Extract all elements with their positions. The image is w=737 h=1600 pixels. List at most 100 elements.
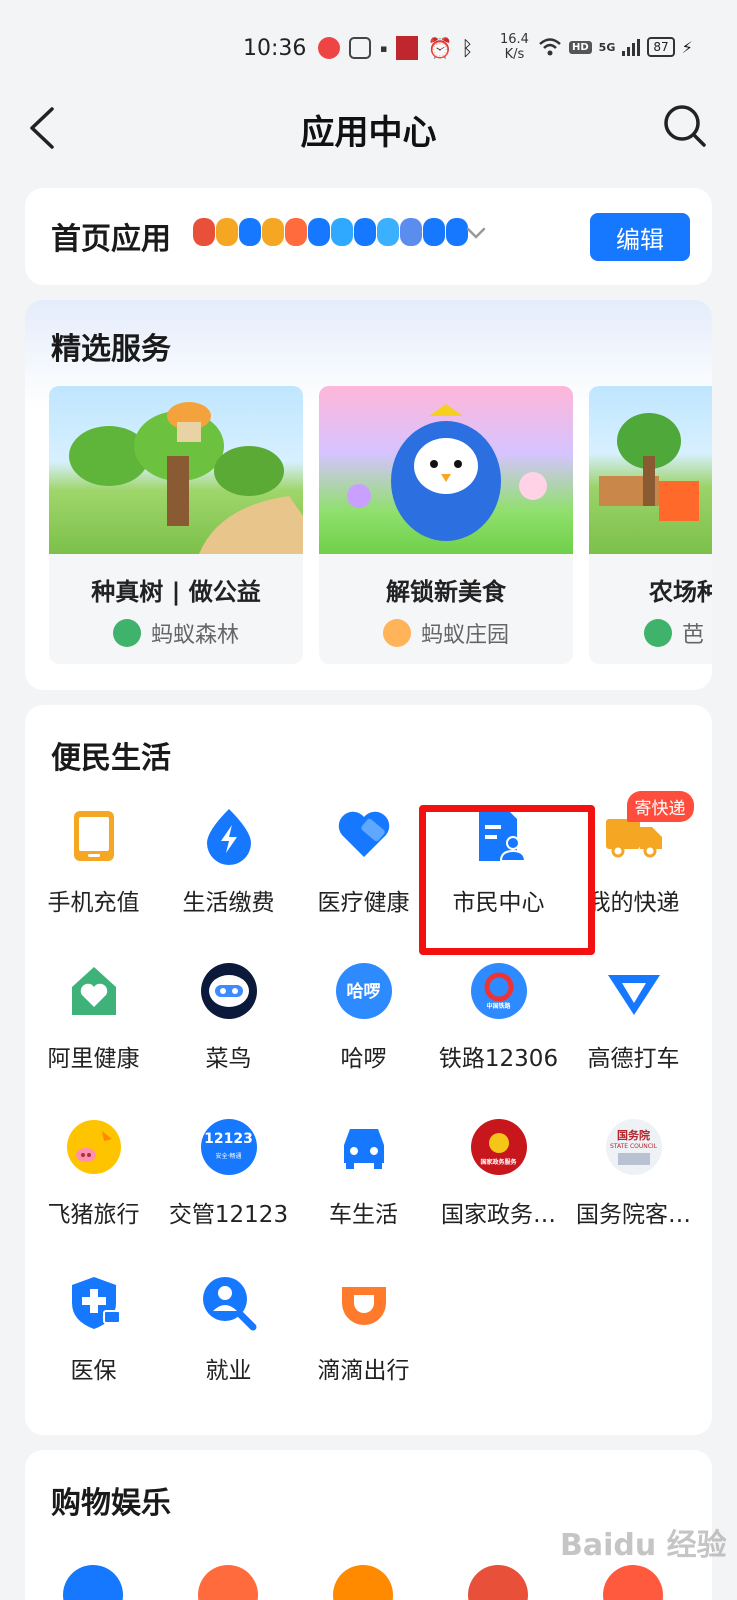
home-app-mini-icon [262, 218, 284, 246]
shopping-app-1-icon[interactable] [63, 1565, 123, 1600]
life-tile-medical-insurance[interactable]: 医保 [25, 1273, 162, 1385]
life-tile-label: 哈啰 [340, 1046, 387, 1072]
shopping-title: 购物娱乐 [51, 1486, 171, 1521]
national-emblem-icon: 国家政务服务 [469, 1117, 529, 1177]
life-tile-label: 阿里健康 [47, 1046, 140, 1072]
life-tile-tablet[interactable]: 手机充值 [25, 805, 162, 917]
charging-icon: ⚡ [681, 37, 693, 57]
gaode-icon [604, 961, 664, 1021]
manor-banner-image [319, 386, 573, 554]
didi-icon [334, 1273, 394, 1333]
life-tile-car[interactable]: 车生活 [295, 1117, 432, 1229]
life-tile-citizen-document[interactable]: 市民中心 [430, 805, 567, 917]
search-icon[interactable] [660, 101, 710, 151]
life-tile-traffic[interactable]: 12123 安全·畅通交管12123 [160, 1117, 297, 1229]
medical-insurance-icon [64, 1273, 124, 1333]
icon-text: 哈啰 [346, 982, 381, 1002]
lightning-drop-icon [199, 805, 259, 865]
home-app-mini-icon [331, 218, 353, 246]
featured-item-source: 蚂蚁庄园 [319, 617, 573, 649]
featured-item-manor[interactable]: 解锁新美食 蚂蚁庄园 [319, 386, 573, 664]
life-title: 便民生活 [51, 741, 171, 776]
life-tile-label: 手机充值 [47, 890, 140, 916]
life-tile-lightning-drop[interactable]: 生活缴费 [160, 805, 297, 917]
life-tile-label: 高德打车 [587, 1046, 680, 1072]
life-tile-label: 交管12123 [168, 1202, 289, 1228]
life-tile-hello[interactable]: 哈啰 哈啰 [295, 961, 432, 1073]
life-tile-label: 车生活 [329, 1202, 398, 1228]
life-tile-job-search[interactable]: 就业 [160, 1273, 297, 1385]
page-title: 应用中心 [300, 113, 437, 153]
featured-title: 精选服务 [51, 332, 171, 367]
chevron-down-icon[interactable] [465, 222, 487, 244]
railway-icon: 中国铁路 [469, 961, 529, 1021]
shopping-app-2-icon[interactable] [198, 1565, 258, 1600]
hand-icon [349, 37, 371, 59]
house-heart-icon [64, 961, 124, 1021]
icon-text: 中国铁路 [486, 1003, 511, 1010]
app-notification-icon: ▪ [380, 41, 388, 55]
featured-item-source: 蚂蚁森林 [49, 617, 303, 649]
featured-services-card: 精选服务 种真树 | 做公益 蚂蚁森林 解锁新美食 蚂蚁庄园 农场种 芭 [25, 300, 712, 690]
signal-icon [622, 38, 641, 56]
featured-item-forest[interactable]: 种真树 | 做公益 蚂蚁森林 [49, 386, 303, 664]
home-app-mini-icon [400, 218, 422, 246]
tablet-icon [64, 805, 124, 865]
watermark: Baidu 经验 [560, 1528, 727, 1563]
badge: 寄快递 [626, 791, 694, 822]
featured-item-name: 农场种 [649, 578, 712, 606]
life-tile-label: 我的快递 [587, 890, 680, 916]
state-council-icon: 国务院 STATE COUNCIL [604, 1117, 664, 1177]
life-tile-label: 医疗健康 [317, 890, 410, 916]
life-tile-label: 滴滴出行 [317, 1358, 410, 1384]
icon-text: 国务院 [617, 1129, 650, 1142]
life-tile-label: 医保 [70, 1358, 117, 1384]
life-tile-state-council[interactable]: 国务院 STATE COUNCIL 国务院客… [565, 1117, 702, 1229]
featured-item-farm[interactable]: 农场种 芭 [589, 386, 712, 664]
status-bar: 10:36 ▪ ⏰ ᛒ 16.4 K/s HD 5G 87 ⚡ [0, 0, 737, 95]
net-speed: 16.4 K/s [500, 32, 529, 62]
life-tile-delivery-truck[interactable]: 寄快递我的快递 [565, 791, 702, 917]
life-tile-label: 飞猪旅行 [47, 1202, 140, 1228]
hd-icon: HD [569, 40, 592, 54]
featured-source-label: 蚂蚁庄园 [420, 623, 509, 648]
car-icon [334, 1117, 394, 1177]
featured-row: 种真树 | 做公益 蚂蚁森林 解锁新美食 蚂蚁庄园 农场种 芭 [49, 386, 712, 664]
life-tile-gaode[interactable]: 高德打车 [565, 961, 702, 1073]
forest-banner-image [49, 386, 303, 554]
farm-banner-image [589, 386, 712, 554]
life-tile-didi[interactable]: 滴滴出行 [295, 1273, 432, 1385]
life-tile-robot[interactable]: 菜鸟 [160, 961, 297, 1073]
life-tile-label: 市民中心 [452, 890, 545, 916]
icon-subtext: 安全·畅通 [215, 1153, 242, 1160]
life-tile-label: 铁路12306 [438, 1046, 559, 1072]
featured-source-label: 芭 [682, 623, 705, 648]
life-tile-national-emblem[interactable]: 国家政务服务 国家政务… [430, 1117, 567, 1229]
life-tile-house-heart[interactable]: 阿里健康 [25, 961, 162, 1073]
edit-button[interactable]: 编辑 [590, 213, 690, 261]
life-tile-pig[interactable]: 飞猪旅行 [25, 1117, 162, 1229]
home-apps-card[interactable]: 首页应用 编辑 [25, 188, 712, 285]
life-tile-heart-bandage[interactable]: 医疗健康 [295, 805, 432, 917]
shopping-app-5-icon[interactable] [603, 1565, 663, 1600]
delivery-truck-icon: 寄快递 [604, 791, 694, 865]
home-app-mini-icon [239, 218, 261, 246]
shopping-app-3-icon[interactable] [333, 1565, 393, 1600]
net-speed-unit: K/s [504, 47, 525, 62]
header: 应用中心 [0, 95, 737, 175]
life-tile-label: 国务院客… [576, 1202, 691, 1228]
home-app-mini-icon [377, 218, 399, 246]
traffic-icon: 12123 安全·畅通 [199, 1117, 259, 1177]
featured-item-source: 芭 [589, 617, 712, 649]
citizen-document-icon [469, 805, 529, 865]
life-tile-railway[interactable]: 中国铁路铁路12306 [430, 961, 567, 1073]
signal-type: 5G [598, 40, 616, 54]
life-services-card: 便民生活 手机充值 生活缴费 医疗健康 市民中心 寄快递 我的快递 阿里健康 菜鸟 哈啰 哈啰 中国… [25, 705, 712, 1435]
heart-bandage-icon [334, 805, 394, 865]
red-app-icon [396, 36, 419, 60]
home-app-mini-icon [193, 218, 215, 246]
hello-icon: 哈啰 [334, 961, 394, 1021]
tree-icon [112, 619, 141, 647]
battery-icon: 87 [647, 37, 675, 57]
shopping-app-4-icon[interactable] [468, 1565, 528, 1600]
